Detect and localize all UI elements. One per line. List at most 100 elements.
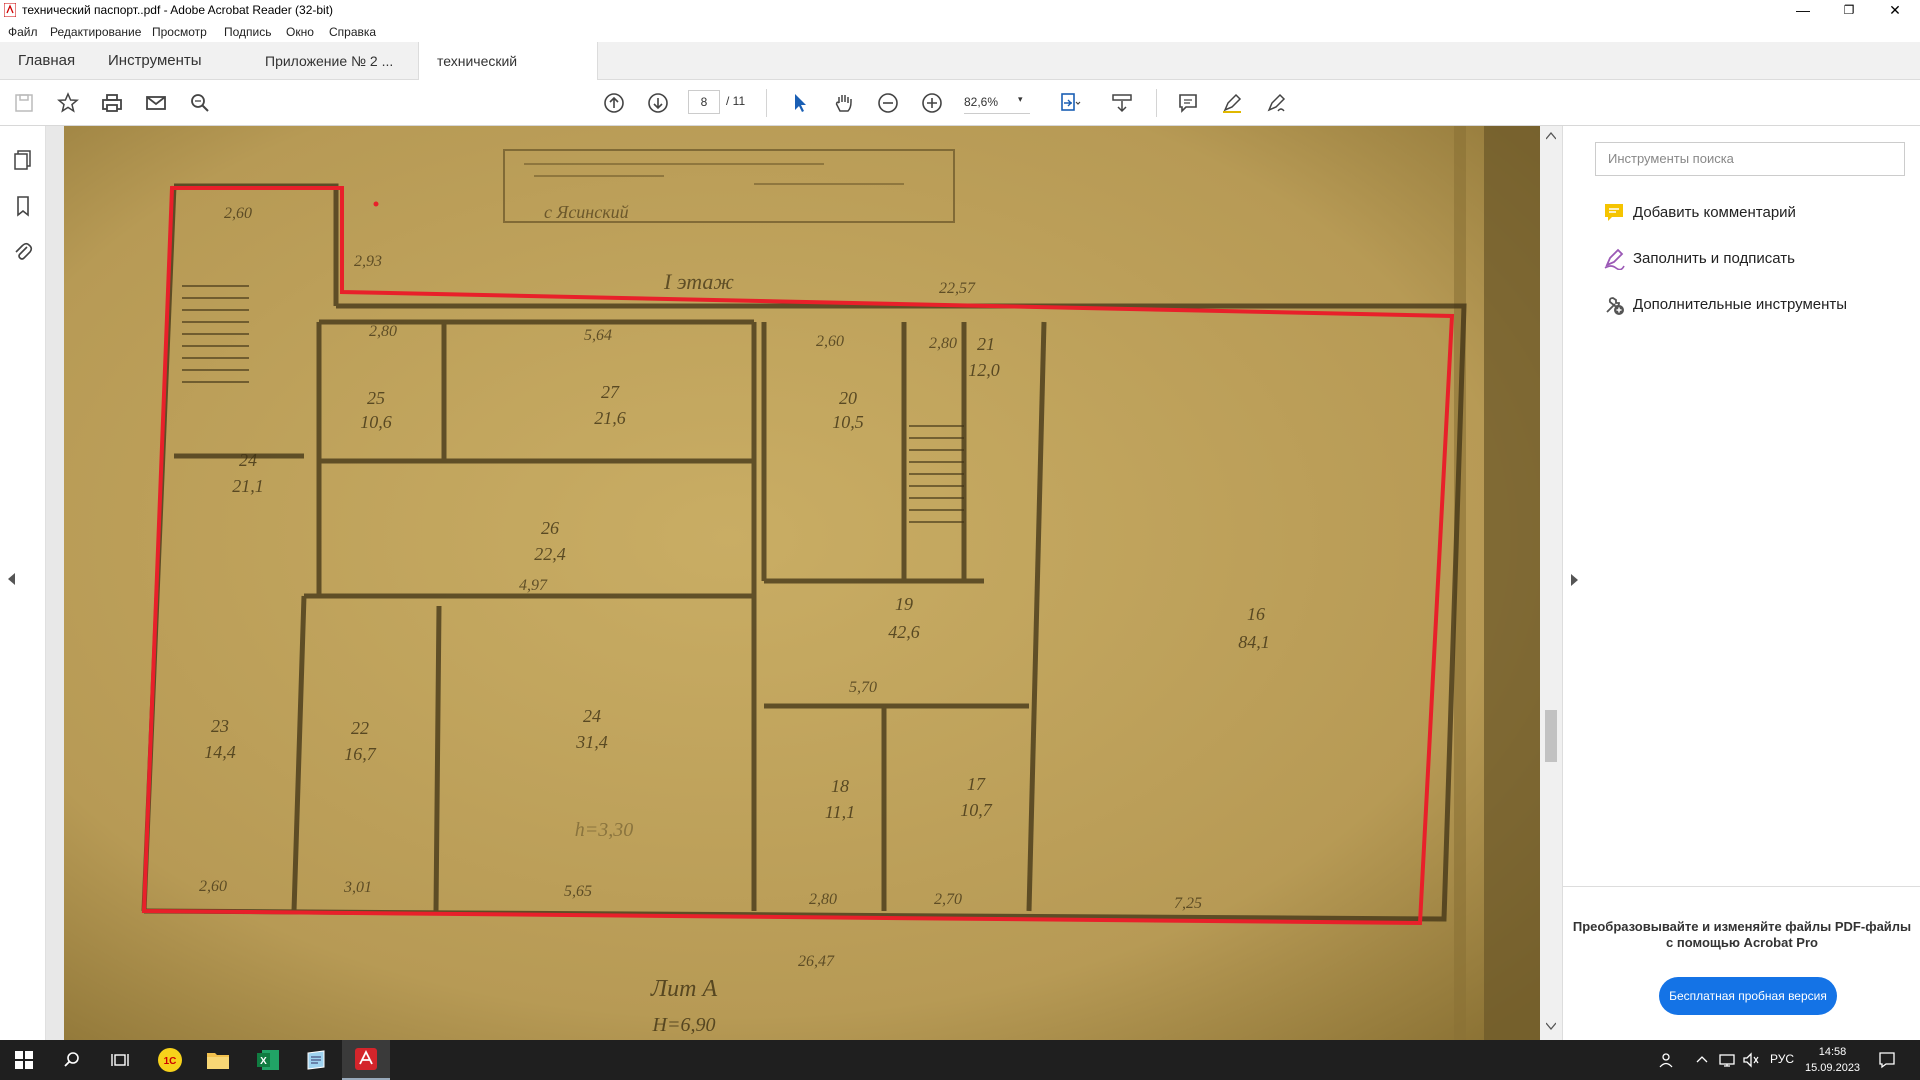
promo-text: Преобразовывайте и изменяйте файлы PDF-ф… bbox=[1563, 919, 1920, 951]
tab-home[interactable]: Главная bbox=[0, 42, 93, 80]
pdf-page[interactable]: с Ясинский I этаж 22,57 26,47 2,60 2,93 … bbox=[64, 126, 1542, 1040]
menu-file[interactable]: Файл bbox=[8, 25, 38, 39]
taskbar-app-notes[interactable] bbox=[292, 1040, 340, 1080]
room-area: 16,7 bbox=[344, 744, 377, 764]
zoom-in-icon[interactable] bbox=[918, 89, 946, 117]
room-number: 27 bbox=[601, 382, 620, 402]
comment-icon[interactable] bbox=[1174, 89, 1202, 117]
menu-help[interactable]: Справка bbox=[329, 25, 376, 39]
acrobat-pro-promo: Преобразовывайте и изменяйте файлы PDF-ф… bbox=[1563, 886, 1920, 1040]
scroll-up-icon[interactable] bbox=[1546, 132, 1556, 140]
svg-text:X: X bbox=[260, 1056, 267, 1067]
menu-view[interactable]: Просмотр bbox=[152, 25, 207, 39]
highlight-pen-icon[interactable] bbox=[1218, 89, 1246, 117]
tools-search-input[interactable]: Инструменты поиска bbox=[1595, 142, 1905, 176]
room-area: 10,7 bbox=[960, 800, 993, 820]
dimension-label: 5,64 bbox=[584, 327, 612, 344]
attachments-icon[interactable] bbox=[11, 240, 35, 264]
restore-button[interactable]: ❐ bbox=[1826, 0, 1872, 20]
lit-label: Лит А bbox=[650, 976, 718, 1002]
dimension-label: 2,80 bbox=[929, 335, 957, 352]
bookmark-star-icon[interactable] bbox=[54, 89, 82, 117]
room-number: 17 bbox=[967, 774, 986, 794]
toolbar: 8 / 11 82,6% ▾ bbox=[0, 80, 1920, 126]
sign-icon bbox=[1604, 248, 1625, 270]
promo-text-line-1: Преобразовывайте и изменяйте файлы PDF-ф… bbox=[1572, 919, 1912, 934]
page-total: / 11 bbox=[726, 94, 746, 108]
dimension-label: 2,80 bbox=[369, 323, 397, 340]
floor-plan-drawing: с Ясинский I этаж 22,57 26,47 2,60 2,93 … bbox=[64, 126, 1542, 1040]
room-area: 12,0 bbox=[968, 360, 1000, 380]
tab-document-2[interactable]: технический паспо...✕ bbox=[418, 42, 598, 107]
menu-edit[interactable]: Редактирование bbox=[50, 25, 141, 39]
free-trial-button[interactable]: Бесплатная пробная версия bbox=[1659, 977, 1837, 1015]
close-window-button[interactable]: ✕ bbox=[1872, 0, 1918, 20]
start-button[interactable] bbox=[0, 1040, 48, 1080]
dimension-label: 4,97 bbox=[519, 577, 548, 594]
fill-and-sign-label: Заполнить и подписать bbox=[1633, 250, 1795, 267]
vertical-scrollbar[interactable] bbox=[1540, 126, 1562, 1040]
red-dot-mark bbox=[373, 201, 379, 207]
toolbar-divider bbox=[766, 89, 767, 117]
people-icon[interactable] bbox=[1658, 1051, 1676, 1069]
acrobat-app-icon bbox=[4, 3, 16, 17]
dimension-label: 2,70 bbox=[934, 891, 962, 908]
taskbar-app-1c[interactable]: 1C bbox=[146, 1040, 194, 1080]
dimension-label: 26,47 bbox=[798, 953, 835, 970]
page-thumbnails-icon[interactable] bbox=[11, 148, 35, 172]
network-icon[interactable] bbox=[1718, 1052, 1736, 1068]
tray-overflow-icon[interactable] bbox=[1696, 1055, 1708, 1063]
floor-label: I этаж bbox=[663, 269, 734, 294]
tab-document-1[interactable]: Приложение № 2 ... bbox=[247, 42, 411, 80]
hand-tool-icon[interactable] bbox=[830, 89, 858, 117]
more-tools-icon bbox=[1606, 297, 1624, 315]
page-number-input[interactable]: 8 bbox=[688, 90, 720, 114]
zoom-dropdown-icon[interactable]: ▾ bbox=[1018, 94, 1023, 105]
scroll-down-icon[interactable] bbox=[1546, 1022, 1556, 1030]
taskbar-app-explorer[interactable] bbox=[194, 1040, 242, 1080]
fit-page-icon[interactable] bbox=[1056, 89, 1084, 117]
system-clock[interactable]: 14:58 15.09.2023 bbox=[1805, 1044, 1860, 1076]
language-indicator[interactable]: РУС bbox=[1770, 1052, 1794, 1066]
minimize-button[interactable]: — bbox=[1780, 0, 1826, 20]
excel-icon: X bbox=[257, 1050, 279, 1070]
taskbar-app-acrobat[interactable] bbox=[342, 1040, 390, 1080]
scrollbar-thumb[interactable] bbox=[1545, 710, 1557, 762]
scroll-mode-icon[interactable] bbox=[1108, 89, 1136, 117]
notifications-icon[interactable] bbox=[1878, 1051, 1896, 1069]
room-number: 20 bbox=[839, 388, 857, 408]
print-icon[interactable] bbox=[98, 89, 126, 117]
collapse-left-pane-icon[interactable] bbox=[8, 573, 16, 585]
sign-pen-icon[interactable] bbox=[1262, 89, 1290, 117]
tools-pane: Инструменты поиска Добавить комментарий … bbox=[1562, 126, 1920, 1040]
taskbar-app-excel[interactable]: X bbox=[244, 1040, 292, 1080]
next-page-icon[interactable] bbox=[644, 89, 672, 117]
tab-tools[interactable]: Инструменты bbox=[90, 42, 220, 80]
select-cursor-icon[interactable] bbox=[786, 89, 814, 117]
dimension-label: 2,60 bbox=[224, 205, 252, 222]
dimension-label: 7,25 bbox=[1174, 895, 1202, 912]
save-icon[interactable] bbox=[10, 89, 38, 117]
bookmarks-icon[interactable] bbox=[11, 194, 35, 218]
volume-icon[interactable] bbox=[1742, 1052, 1760, 1068]
comment-icon bbox=[1605, 204, 1623, 221]
title-bar: технический паспорт..pdf - Adobe Acrobat… bbox=[0, 0, 1920, 20]
email-icon[interactable] bbox=[142, 89, 170, 117]
collapse-right-pane-icon[interactable] bbox=[1571, 574, 1579, 586]
promo-text-line-2: с помощью Acrobat Pro bbox=[1666, 935, 1818, 950]
taskbar-search-button[interactable] bbox=[48, 1040, 96, 1080]
room-number: 26 bbox=[541, 518, 559, 538]
room-number: 24 bbox=[239, 450, 257, 470]
search-icon bbox=[64, 1052, 79, 1067]
menu-window[interactable]: Окно bbox=[286, 25, 314, 39]
task-view-button[interactable] bbox=[96, 1040, 144, 1080]
menu-sign[interactable]: Подпись bbox=[224, 25, 272, 39]
room-number: 22 bbox=[351, 718, 369, 738]
zoom-out-icon[interactable] bbox=[874, 89, 902, 117]
previous-page-icon[interactable] bbox=[600, 89, 628, 117]
folder-icon bbox=[207, 1053, 229, 1069]
search-icon[interactable] bbox=[186, 89, 214, 117]
stamp-text: с Ясинский bbox=[544, 202, 629, 222]
room-number: 24 bbox=[583, 706, 601, 726]
room-area: 10,5 bbox=[832, 412, 864, 432]
